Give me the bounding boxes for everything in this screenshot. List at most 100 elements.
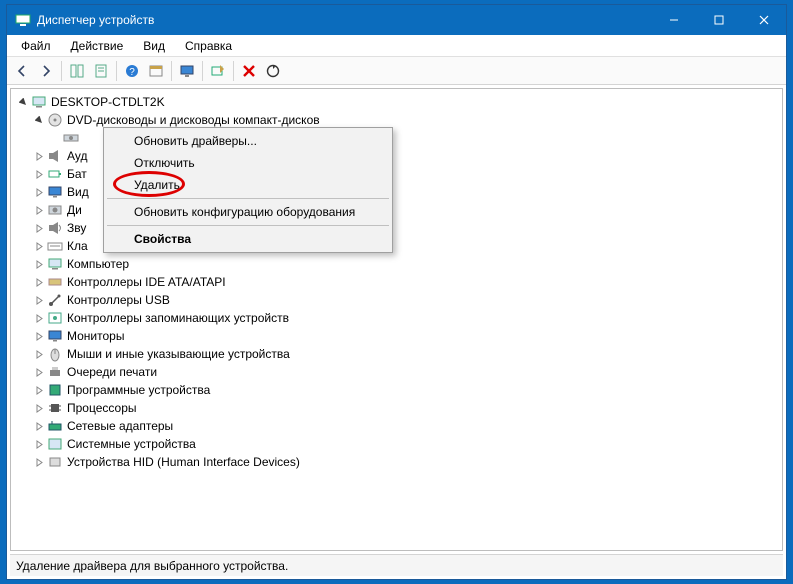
ctx-uninstall[interactable]: Удалить xyxy=(106,174,390,196)
expander-icon[interactable] xyxy=(15,94,31,110)
display-button[interactable] xyxy=(176,60,198,82)
refresh-button[interactable] xyxy=(262,60,284,82)
category-label: Бат xyxy=(67,165,87,183)
category-software[interactable]: Программные устройства xyxy=(11,381,782,399)
system-icon xyxy=(47,436,63,452)
speaker-icon xyxy=(47,148,63,164)
ctx-properties[interactable]: Свойства xyxy=(106,228,390,250)
printer-icon xyxy=(47,364,63,380)
expander-icon[interactable] xyxy=(31,400,47,416)
device-tree-pane[interactable]: DESKTOP-CTDLT2K DVD-дисководы и дисковод… xyxy=(10,88,783,551)
category-hid[interactable]: Устройства HID (Human Interface Devices) xyxy=(11,453,782,471)
optical-drive-icon xyxy=(63,130,79,146)
device-manager-window: Диспетчер устройств Файл Действие Вид Сп… xyxy=(6,4,787,580)
prop-sheet-button[interactable] xyxy=(145,60,167,82)
network-icon xyxy=(47,418,63,434)
svg-text:?: ? xyxy=(129,67,135,78)
category-label: Процессоры xyxy=(67,399,137,417)
category-label: Компьютер xyxy=(67,255,129,273)
category-label: Контроллеры IDE ATA/ATAPI xyxy=(67,273,226,291)
root-node[interactable]: DESKTOP-CTDLT2K xyxy=(11,93,782,111)
category-label: Сетевые адаптеры xyxy=(67,417,173,435)
category-label: Мониторы xyxy=(67,327,124,345)
expander-icon[interactable] xyxy=(31,166,47,182)
ide-icon xyxy=(47,274,63,290)
expander-icon[interactable] xyxy=(31,112,47,128)
storage-icon xyxy=(47,310,63,326)
scan-button[interactable] xyxy=(207,60,229,82)
statusbar: Удаление драйвера для выбранного устройс… xyxy=(10,554,783,576)
battery-icon xyxy=(47,166,63,182)
category-printq[interactable]: Очереди печати xyxy=(11,363,782,381)
back-button[interactable] xyxy=(11,60,33,82)
minimize-button[interactable] xyxy=(651,5,696,35)
expander-icon[interactable] xyxy=(31,256,47,272)
menu-help[interactable]: Справка xyxy=(175,37,242,55)
help-button[interactable]: ? xyxy=(121,60,143,82)
menu-file[interactable]: Файл xyxy=(11,37,61,55)
ctx-update-drivers[interactable]: Обновить драйверы... xyxy=(106,130,390,152)
category-label: Контроллеры USB xyxy=(67,291,170,309)
expander-icon[interactable] xyxy=(31,202,47,218)
category-network[interactable]: Сетевые адаптеры xyxy=(11,417,782,435)
expander-icon[interactable] xyxy=(31,454,47,470)
category-label: Устройства HID (Human Interface Devices) xyxy=(67,453,300,471)
expander-icon[interactable] xyxy=(31,328,47,344)
monitor-icon xyxy=(47,328,63,344)
app-icon xyxy=(15,12,31,28)
category-usb[interactable]: Контроллеры USB xyxy=(11,291,782,309)
properties-button[interactable] xyxy=(90,60,112,82)
display-icon xyxy=(47,184,63,200)
category-label: Вид xyxy=(67,183,89,201)
maximize-button[interactable] xyxy=(696,5,741,35)
expander-icon[interactable] xyxy=(31,184,47,200)
close-button[interactable] xyxy=(741,5,786,35)
category-storage[interactable]: Контроллеры запоминающих устройств xyxy=(11,309,782,327)
expander-icon[interactable] xyxy=(31,346,47,362)
category-cpu[interactable]: Процессоры xyxy=(11,399,782,417)
disk-icon xyxy=(47,202,63,218)
category-label: Очереди печати xyxy=(67,363,157,381)
forward-button[interactable] xyxy=(35,60,57,82)
category-computer[interactable]: Компьютер xyxy=(11,255,782,273)
category-mouse[interactable]: Мыши и иные указывающие устройства xyxy=(11,345,782,363)
category-label: Ауд xyxy=(67,147,87,165)
window-title: Диспетчер устройств xyxy=(37,13,651,27)
expander-icon[interactable] xyxy=(31,220,47,236)
category-label: Ди xyxy=(67,201,82,219)
menu-action[interactable]: Действие xyxy=(61,37,134,55)
category-ide[interactable]: Контроллеры IDE ATA/ATAPI xyxy=(11,273,782,291)
usb-icon xyxy=(47,292,63,308)
expander-icon[interactable] xyxy=(31,364,47,380)
category-monitor[interactable]: Мониторы xyxy=(11,327,782,345)
expander-icon[interactable] xyxy=(31,436,47,452)
ctx-separator xyxy=(107,225,389,226)
expander-icon[interactable] xyxy=(31,382,47,398)
menu-view[interactable]: Вид xyxy=(133,37,175,55)
keyboard-icon xyxy=(47,238,63,254)
category-label: Зву xyxy=(67,219,86,237)
ctx-scan-hardware[interactable]: Обновить конфигурацию оборудования xyxy=(106,201,390,223)
category-label: Системные устройства xyxy=(67,435,196,453)
category-label: Кла xyxy=(67,237,88,255)
expander-icon[interactable] xyxy=(31,238,47,254)
category-label: Мыши и иные указывающие устройства xyxy=(67,345,290,363)
ctx-disable[interactable]: Отключить xyxy=(106,152,390,174)
mouse-icon xyxy=(47,346,63,362)
expander-icon[interactable] xyxy=(31,310,47,326)
context-menu: Обновить драйверы... Отключить Удалить О… xyxy=(103,127,393,253)
computer-icon xyxy=(47,256,63,272)
expander-icon[interactable] xyxy=(31,418,47,434)
show-tree-button[interactable] xyxy=(66,60,88,82)
ctx-separator xyxy=(107,198,389,199)
expander-icon[interactable] xyxy=(31,274,47,290)
cpu-icon xyxy=(47,400,63,416)
expander-icon[interactable] xyxy=(31,292,47,308)
category-label: Контроллеры запоминающих устройств xyxy=(67,309,289,327)
delete-button[interactable] xyxy=(238,60,260,82)
status-text: Удаление драйвера для выбранного устройс… xyxy=(16,559,288,573)
hid-icon xyxy=(47,454,63,470)
root-label: DESKTOP-CTDLT2K xyxy=(51,93,165,111)
category-system[interactable]: Системные устройства xyxy=(11,435,782,453)
expander-icon[interactable] xyxy=(31,148,47,164)
